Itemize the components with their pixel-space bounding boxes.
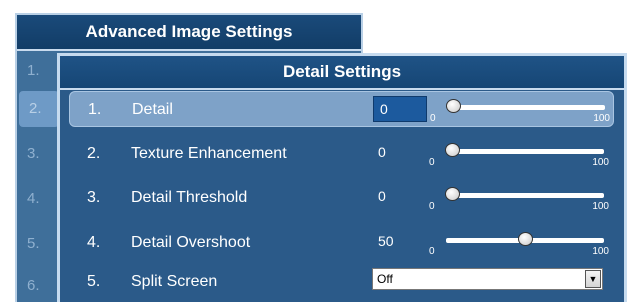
- slider-knob[interactable]: [445, 187, 460, 201]
- slider-min-label: 0: [430, 113, 436, 124]
- advanced-image-settings-title: Advanced Image Settings: [17, 15, 361, 51]
- slider-track[interactable]: [446, 193, 604, 198]
- slider-track[interactable]: [447, 105, 605, 110]
- row-number: 1.: [88, 101, 102, 118]
- detail-threshold-slider[interactable]: 0 100: [429, 180, 609, 216]
- setting-row-detail[interactable]: 1. Detail 0 0 100: [69, 91, 614, 127]
- value-field[interactable]: 0: [372, 140, 426, 166]
- row-label: Detail Overshoot: [131, 234, 251, 251]
- slider-knob[interactable]: [518, 232, 533, 246]
- slider-max-label: 100: [592, 246, 609, 257]
- dropdown-selected-value: Off: [377, 272, 393, 286]
- slider-min-label: 0: [429, 201, 435, 212]
- slider-min-label: 0: [429, 246, 435, 257]
- value-field[interactable]: 0: [373, 96, 427, 122]
- slider-max-label: 100: [592, 201, 609, 212]
- detail-slider[interactable]: 0 100: [430, 92, 610, 128]
- row-number: 5.: [87, 273, 101, 290]
- setting-row-texture-enhancement[interactable]: 2. Texture Enhancement 0 0 100: [69, 136, 614, 172]
- slider-knob[interactable]: [446, 99, 461, 113]
- detail-settings-title: Detail Settings: [60, 56, 624, 90]
- split-screen-dropdown[interactable]: Off ▼: [372, 268, 603, 290]
- row-label: Split Screen: [131, 273, 218, 290]
- texture-enhancement-slider[interactable]: 0 100: [429, 136, 609, 172]
- row-label: Detail: [132, 101, 173, 118]
- detail-overshoot-slider[interactable]: 0 100: [429, 225, 609, 261]
- value-field[interactable]: 0: [372, 184, 426, 210]
- row-number: 3.: [87, 189, 101, 206]
- chevron-down-icon[interactable]: ▼: [585, 270, 601, 288]
- setting-row-split-screen[interactable]: 5. Split Screen Off ▼: [69, 264, 614, 300]
- slider-knob[interactable]: [445, 143, 460, 157]
- slider-max-label: 100: [593, 113, 610, 124]
- row-number: 2.: [87, 145, 101, 162]
- detail-settings-window: Detail Settings 1. Detail 0 0 100 2. Tex…: [57, 53, 627, 302]
- row-label: Texture Enhancement: [131, 145, 287, 162]
- setting-row-detail-overshoot[interactable]: 4. Detail Overshoot 50 0 100: [69, 225, 614, 261]
- slider-track[interactable]: [446, 149, 604, 154]
- row-label: Detail Threshold: [131, 189, 248, 206]
- slider-min-label: 0: [429, 157, 435, 168]
- setting-row-detail-threshold[interactable]: 3. Detail Threshold 0 0 100: [69, 180, 614, 216]
- value-field[interactable]: 50: [372, 229, 426, 255]
- slider-max-label: 100: [592, 157, 609, 168]
- back-menu-item-2[interactable]: 2.: [19, 91, 59, 127]
- row-number: 4.: [87, 234, 101, 251]
